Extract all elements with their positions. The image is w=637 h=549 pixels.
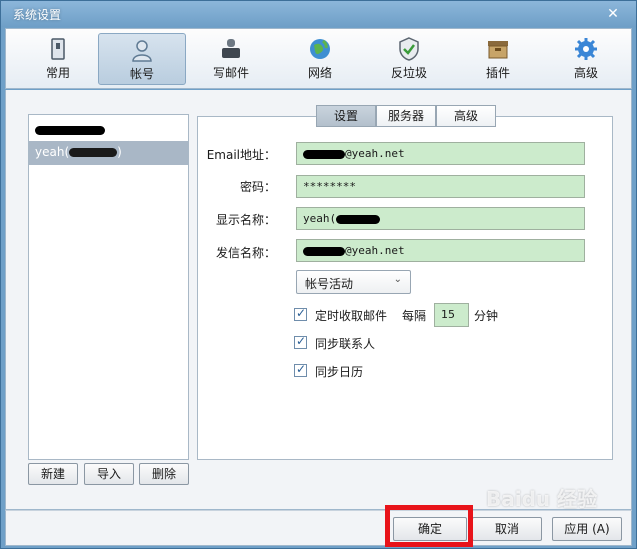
email-label: Email地址： — [206, 148, 276, 162]
antispam-icon — [399, 37, 419, 61]
tab-compose[interactable]: 写邮件 — [187, 33, 275, 85]
new-account-button[interactable]: 新建 — [28, 463, 78, 485]
sync-calendar-checkbox[interactable] — [294, 362, 307, 377]
content-area: yeah() 新建 导入 删除 Email地址： @yeah.net 密码： *… — [5, 90, 632, 510]
tab-advanced[interactable]: 高级 — [542, 33, 630, 85]
list-item[interactable] — [29, 119, 188, 143]
tab-plugins[interactable]: 插件 — [454, 33, 542, 85]
tab-account[interactable]: 帐号 — [98, 33, 186, 85]
chevron-down-icon: ⌄ — [393, 274, 402, 285]
tab-general[interactable]: 常用 — [14, 33, 102, 85]
redacted-mark — [35, 126, 105, 135]
interval-unit: 分钟 — [474, 309, 499, 323]
account-name-suffix: ) — [117, 145, 122, 159]
redacted-mark — [303, 246, 345, 256]
tab-label: 常用 — [45, 66, 70, 80]
sync-contacts-label: 同步联系人 — [315, 337, 376, 351]
redacted-mark — [69, 148, 118, 157]
account-name: yeah( — [35, 145, 70, 159]
tab-label: 网络 — [307, 66, 332, 80]
sender-name-field[interactable]: @yeah.net — [296, 239, 585, 262]
display-name-label: 显示名称： — [215, 213, 276, 227]
tab-antispam[interactable]: 反垃圾 — [365, 33, 453, 85]
account-icon — [132, 40, 152, 62]
import-account-button[interactable]: 导入 — [84, 463, 134, 485]
sender-name-label: 发信名称： — [215, 246, 276, 260]
interval-prefix: 每隔 — [402, 309, 427, 323]
interval-input[interactable]: 15 — [434, 303, 469, 327]
category-toolbar: 常用 帐号 写邮件 网络 反垃圾 插件 高级 — [5, 28, 632, 89]
settings-window: 系统设置 ✕ 常用 帐号 写邮件 网络 反垃圾 插件 高级 yeah() 新建… — [0, 0, 637, 549]
plugin-icon — [488, 41, 508, 59]
tab-advanced-settings[interactable]: 高级 — [436, 105, 496, 127]
network-icon — [310, 39, 330, 59]
tab-label: 帐号 — [129, 67, 154, 81]
tab-label: 反垃圾 — [390, 66, 427, 80]
account-settings-panel: Email地址： @yeah.net 密码： ******** 显示名称： ye… — [197, 116, 613, 460]
title-bar: 系统设置 ✕ — [1, 1, 636, 27]
apply-button[interactable]: 应用 (A) — [552, 517, 622, 541]
close-icon[interactable]: ✕ — [604, 5, 622, 23]
redacted-mark — [336, 214, 381, 224]
tab-settings[interactable]: 设置 — [316, 105, 376, 127]
email-field[interactable]: @yeah.net — [296, 142, 585, 165]
account-list: yeah() — [28, 114, 189, 460]
delete-account-button[interactable]: 删除 — [139, 463, 189, 485]
dialog-footer: 确定 取消 应用 (A) — [5, 510, 632, 546]
tab-label: 插件 — [485, 66, 510, 80]
general-icon — [51, 38, 65, 60]
fetch-mail-checkbox[interactable] — [294, 306, 307, 321]
redacted-mark — [303, 149, 345, 159]
watermark: Baidu 经验 — [486, 487, 598, 511]
tab-label: 写邮件 — [212, 66, 249, 80]
account-status-select[interactable]: 帐号活动 ⌄ — [296, 270, 411, 294]
sync-calendar-label: 同步日历 — [315, 365, 364, 379]
advanced-icon — [575, 38, 597, 60]
tab-server[interactable]: 服务器 — [376, 105, 436, 127]
window-title: 系统设置 — [13, 8, 62, 22]
password-label: 密码： — [239, 180, 276, 194]
fetch-mail-label: 定时收取邮件 — [315, 309, 388, 323]
display-name-field[interactable]: yeah( — [296, 207, 585, 230]
sync-contacts-checkbox[interactable] — [294, 334, 307, 349]
cancel-button[interactable]: 取消 — [472, 517, 542, 541]
tab-label: 高级 — [573, 66, 598, 80]
compose-icon — [222, 39, 240, 58]
tab-network[interactable]: 网络 — [276, 33, 364, 85]
password-field[interactable]: ******** — [296, 175, 585, 198]
ok-button-highlight — [385, 505, 473, 547]
